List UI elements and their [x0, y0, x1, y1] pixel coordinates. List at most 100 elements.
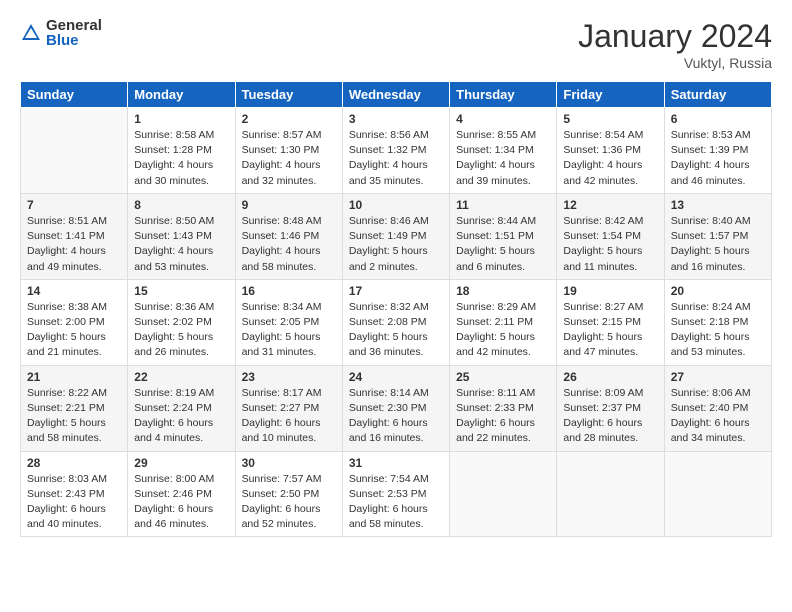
day-cell: 12 Sunrise: 8:42 AM Sunset: 1:54 PM Dayli…	[557, 193, 664, 279]
day-info: Sunrise: 8:50 AM Sunset: 1:43 PM Dayligh…	[134, 214, 228, 275]
day-info: Sunrise: 8:11 AM Sunset: 2:33 PM Dayligh…	[456, 386, 550, 447]
day-number: 21	[27, 370, 121, 384]
day-info: Sunrise: 7:54 AM Sunset: 2:53 PM Dayligh…	[349, 472, 443, 533]
day-number: 11	[456, 198, 550, 212]
day-number: 22	[134, 370, 228, 384]
day-info: Sunrise: 8:53 AM Sunset: 1:39 PM Dayligh…	[671, 128, 765, 189]
week-row: 14 Sunrise: 8:38 AM Sunset: 2:00 PM Dayli…	[21, 279, 772, 365]
header: General Blue January 2024 Vuktyl, Russia	[20, 18, 772, 71]
header-cell: Wednesday	[342, 82, 449, 108]
day-info: Sunrise: 8:14 AM Sunset: 2:30 PM Dayligh…	[349, 386, 443, 447]
day-number: 8	[134, 198, 228, 212]
day-info: Sunrise: 8:32 AM Sunset: 2:08 PM Dayligh…	[349, 300, 443, 361]
day-number: 14	[27, 284, 121, 298]
header-row: SundayMondayTuesdayWednesdayThursdayFrid…	[21, 82, 772, 108]
day-cell: 20Sunrise: 8:24 AM Sunset: 2:18 PM Dayli…	[664, 279, 771, 365]
week-row: 7 Sunrise: 8:51 AM Sunset: 1:41 PM Daylig…	[21, 193, 772, 279]
day-number: 30	[242, 456, 336, 470]
week-row: 28 Sunrise: 8:03 AM Sunset: 2:43 PM Dayli…	[21, 451, 772, 537]
day-info: Sunrise: 8:27 AM Sunset: 2:15 PM Dayligh…	[563, 300, 657, 361]
day-cell	[450, 451, 557, 537]
day-cell: 18 Sunrise: 8:29 AM Sunset: 2:11 PM Dayli…	[450, 279, 557, 365]
day-cell: 16 Sunrise: 8:34 AM Sunset: 2:05 PM Dayli…	[235, 279, 342, 365]
day-cell: 13Sunrise: 8:40 AM Sunset: 1:57 PM Dayli…	[664, 193, 771, 279]
day-number: 19	[563, 284, 657, 298]
logo-blue: Blue	[46, 33, 102, 48]
day-number: 17	[349, 284, 443, 298]
day-cell: 11 Sunrise: 8:44 AM Sunset: 1:51 PM Dayli…	[450, 193, 557, 279]
day-cell: 14 Sunrise: 8:38 AM Sunset: 2:00 PM Dayli…	[21, 279, 128, 365]
day-info: Sunrise: 8:34 AM Sunset: 2:05 PM Dayligh…	[242, 300, 336, 361]
day-info: Sunrise: 8:19 AM Sunset: 2:24 PM Dayligh…	[134, 386, 228, 447]
header-cell: Friday	[557, 82, 664, 108]
subtitle: Vuktyl, Russia	[578, 55, 772, 71]
day-cell: 19 Sunrise: 8:27 AM Sunset: 2:15 PM Dayli…	[557, 279, 664, 365]
day-number: 23	[242, 370, 336, 384]
day-info: Sunrise: 8:55 AM Sunset: 1:34 PM Dayligh…	[456, 128, 550, 189]
logo: General Blue	[20, 18, 102, 48]
logo-text: General Blue	[46, 18, 102, 48]
day-number: 18	[456, 284, 550, 298]
day-number: 6	[671, 112, 765, 126]
week-row: 21 Sunrise: 8:22 AM Sunset: 2:21 PM Dayli…	[21, 365, 772, 451]
title-block: January 2024 Vuktyl, Russia	[578, 18, 772, 71]
day-info: Sunrise: 8:29 AM Sunset: 2:11 PM Dayligh…	[456, 300, 550, 361]
day-number: 28	[27, 456, 121, 470]
day-number: 5	[563, 112, 657, 126]
day-cell: 9 Sunrise: 8:48 AM Sunset: 1:46 PM Daylig…	[235, 193, 342, 279]
day-cell: 3Sunrise: 8:56 AM Sunset: 1:32 PM Daylig…	[342, 108, 449, 194]
day-cell: 5Sunrise: 8:54 AM Sunset: 1:36 PM Daylig…	[557, 108, 664, 194]
day-number: 25	[456, 370, 550, 384]
day-info: Sunrise: 8:38 AM Sunset: 2:00 PM Dayligh…	[27, 300, 121, 361]
day-number: 4	[456, 112, 550, 126]
day-number: 12	[563, 198, 657, 212]
day-cell: 25 Sunrise: 8:11 AM Sunset: 2:33 PM Dayli…	[450, 365, 557, 451]
header-cell: Tuesday	[235, 82, 342, 108]
day-cell: 27 Sunrise: 8:06 AM Sunset: 2:40 PM Dayli…	[664, 365, 771, 451]
day-number: 1	[134, 112, 228, 126]
day-number: 31	[349, 456, 443, 470]
calendar-table: SundayMondayTuesdayWednesdayThursdayFrid…	[20, 81, 772, 537]
day-number: 26	[563, 370, 657, 384]
day-number: 20	[671, 284, 765, 298]
day-info: Sunrise: 8:58 AM Sunset: 1:28 PM Dayligh…	[134, 128, 228, 189]
day-cell: 7 Sunrise: 8:51 AM Sunset: 1:41 PM Daylig…	[21, 193, 128, 279]
day-cell: 24Sunrise: 8:14 AM Sunset: 2:30 PM Dayli…	[342, 365, 449, 451]
day-info: Sunrise: 8:17 AM Sunset: 2:27 PM Dayligh…	[242, 386, 336, 447]
day-info: Sunrise: 8:44 AM Sunset: 1:51 PM Dayligh…	[456, 214, 550, 275]
day-number: 15	[134, 284, 228, 298]
day-number: 16	[242, 284, 336, 298]
day-info: Sunrise: 8:06 AM Sunset: 2:40 PM Dayligh…	[671, 386, 765, 447]
day-number: 3	[349, 112, 443, 126]
day-info: Sunrise: 8:48 AM Sunset: 1:46 PM Dayligh…	[242, 214, 336, 275]
week-row: 1 Sunrise: 8:58 AM Sunset: 1:28 PM Daylig…	[21, 108, 772, 194]
day-number: 27	[671, 370, 765, 384]
day-info: Sunrise: 8:40 AM Sunset: 1:57 PM Dayligh…	[671, 214, 765, 275]
day-number: 10	[349, 198, 443, 212]
day-cell	[664, 451, 771, 537]
day-info: Sunrise: 8:03 AM Sunset: 2:43 PM Dayligh…	[27, 472, 121, 533]
day-info: Sunrise: 8:46 AM Sunset: 1:49 PM Dayligh…	[349, 214, 443, 275]
month-title: January 2024	[578, 18, 772, 55]
day-info: Sunrise: 8:00 AM Sunset: 2:46 PM Dayligh…	[134, 472, 228, 533]
day-cell: 1 Sunrise: 8:58 AM Sunset: 1:28 PM Daylig…	[128, 108, 235, 194]
day-info: Sunrise: 8:51 AM Sunset: 1:41 PM Dayligh…	[27, 214, 121, 275]
day-cell: 29 Sunrise: 8:00 AM Sunset: 2:46 PM Dayli…	[128, 451, 235, 537]
day-number: 9	[242, 198, 336, 212]
day-number: 29	[134, 456, 228, 470]
logo-general: General	[46, 18, 102, 33]
day-info: Sunrise: 8:09 AM Sunset: 2:37 PM Dayligh…	[563, 386, 657, 447]
day-info: Sunrise: 8:57 AM Sunset: 1:30 PM Dayligh…	[242, 128, 336, 189]
day-cell: 22 Sunrise: 8:19 AM Sunset: 2:24 PM Dayli…	[128, 365, 235, 451]
day-number: 7	[27, 198, 121, 212]
day-cell: 8 Sunrise: 8:50 AM Sunset: 1:43 PM Daylig…	[128, 193, 235, 279]
header-cell: Sunday	[21, 82, 128, 108]
day-cell	[21, 108, 128, 194]
day-cell: 4 Sunrise: 8:55 AM Sunset: 1:34 PM Daylig…	[450, 108, 557, 194]
header-cell: Monday	[128, 82, 235, 108]
day-cell: 23 Sunrise: 8:17 AM Sunset: 2:27 PM Dayli…	[235, 365, 342, 451]
day-cell: 6 Sunrise: 8:53 AM Sunset: 1:39 PM Daylig…	[664, 108, 771, 194]
day-cell: 2Sunrise: 8:57 AM Sunset: 1:30 PM Daylig…	[235, 108, 342, 194]
day-info: Sunrise: 8:22 AM Sunset: 2:21 PM Dayligh…	[27, 386, 121, 447]
day-info: Sunrise: 8:42 AM Sunset: 1:54 PM Dayligh…	[563, 214, 657, 275]
